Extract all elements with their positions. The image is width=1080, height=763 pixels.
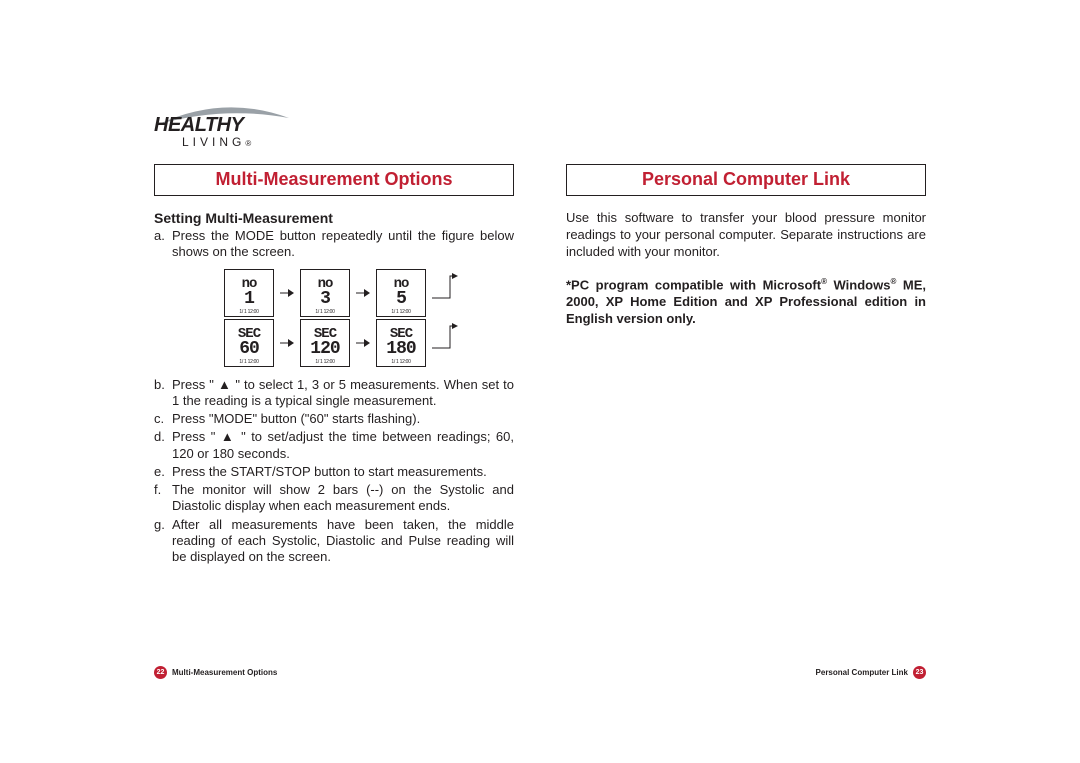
brand-logo: HEALTHY LIVING® [154,104,294,149]
step-label: a. [154,228,165,244]
step-text: After all measurements have been taken, … [172,517,514,565]
step-d: d. Press " ▲ " to set/adjust the time bet… [154,429,514,462]
footer-right: Personal Computer Link 23 [806,666,926,679]
note-part: *PC program compatible with Microsoft [566,277,821,292]
step-label: e. [154,464,165,480]
step-label: d. [154,429,165,445]
step-text: The monitor will show 2 bars (--) on the… [172,482,514,513]
logo-line1: HEALTHY [154,114,294,137]
step-c: c. Press "MODE" button ("60" starts flash… [154,411,514,427]
lcd-cell: no 3 1/ 1 12:00 [300,269,350,317]
step-label: c. [154,411,164,427]
intro-text: Use this software to transfer your blood… [566,210,926,261]
step-label: g. [154,517,165,533]
step-text: Press " ▲ " to select 1, 3 or 5 measurem… [172,377,514,408]
lcd-row-2: SEC 60 1/ 1 12:00 SEC 120 1/ 1 12:00 SEC… [224,319,454,367]
step-b: b. Press " ▲ " to select 1, 3 or 5 measur… [154,377,514,410]
step-e: e. Press the START/STOP button to start m… [154,464,514,480]
arrow-right-icon [356,338,370,348]
lcd-cell: no 1 1/ 1 12:00 [224,269,274,317]
logo-line2-text: LIVING [182,135,245,149]
left-column: Multi-Measurement Options Setting Multi-… [154,164,514,567]
step-g: g. After all measurements have been taken… [154,517,514,566]
right-column: Personal Computer Link Use this software… [566,164,926,328]
lcd-date: 1/ 1 12:00 [391,309,410,315]
step-text: Press " ▲ " to set/adjust the time betwe… [172,429,514,460]
steps-list-top: a. Press the MODE button repeatedly unti… [154,228,514,261]
step-text: Press "MODE" button ("60" starts flashin… [172,411,420,426]
step-text: Press the MODE button repeatedly until t… [172,228,514,259]
section-title-right: Personal Computer Link [566,164,926,196]
lcd-illustration: no 1 1/ 1 12:00 no 3 1/ 1 12:00 no 5 1/ … [224,269,454,367]
lcd-date: 1/ 1 12:00 [315,359,334,365]
footer-left: 22 Multi-Measurement Options [154,666,277,679]
lcd-row-1: no 1 1/ 1 12:00 no 3 1/ 1 12:00 no 5 1/ … [224,269,454,317]
lcd-value: 5 [396,290,406,308]
footer-label: Multi-Measurement Options [172,668,277,677]
footer-label: Personal Computer Link [816,668,908,677]
page-number-badge: 23 [913,666,926,679]
lcd-cell: SEC 120 1/ 1 12:00 [300,319,350,367]
arrow-right-icon [356,288,370,298]
page-number-badge: 22 [154,666,167,679]
step-f: f. The monitor will show 2 bars (--) on t… [154,482,514,515]
lcd-date: 1/ 1 12:00 [391,359,410,365]
steps-list-bottom: b. Press " ▲ " to select 1, 3 or 5 measur… [154,377,514,566]
lcd-cell: SEC 60 1/ 1 12:00 [224,319,274,367]
lcd-date: 1/ 1 12:00 [239,359,258,365]
page: HEALTHY LIVING® Multi-Measurement Option… [0,0,1080,763]
note-part: Windows [827,277,890,292]
lcd-value: 3 [320,290,330,308]
arrow-right-icon [280,288,294,298]
step-label: b. [154,377,165,393]
lcd-value: 60 [239,340,259,358]
lcd-value: 120 [310,340,339,358]
step-a: a. Press the MODE button repeatedly unti… [154,228,514,261]
arrow-right-icon [280,338,294,348]
lcd-date: 1/ 1 12:00 [239,309,258,315]
compatibility-note: *PC program compatible with Microsoft® W… [566,277,926,328]
lcd-value: 180 [386,340,415,358]
lcd-date: 1/ 1 12:00 [315,309,334,315]
logo-line2: LIVING® [182,135,294,149]
lcd-cell: SEC 180 1/ 1 12:00 [376,319,426,367]
lcd-value: 1 [244,290,254,308]
subheading: Setting Multi-Measurement [154,210,514,226]
step-label: f. [154,482,161,498]
registered-icon: ® [245,139,255,148]
step-text: Press the START/STOP button to start mea… [172,464,487,479]
section-title-left: Multi-Measurement Options [154,164,514,196]
lcd-cell: no 5 1/ 1 12:00 [376,269,426,317]
